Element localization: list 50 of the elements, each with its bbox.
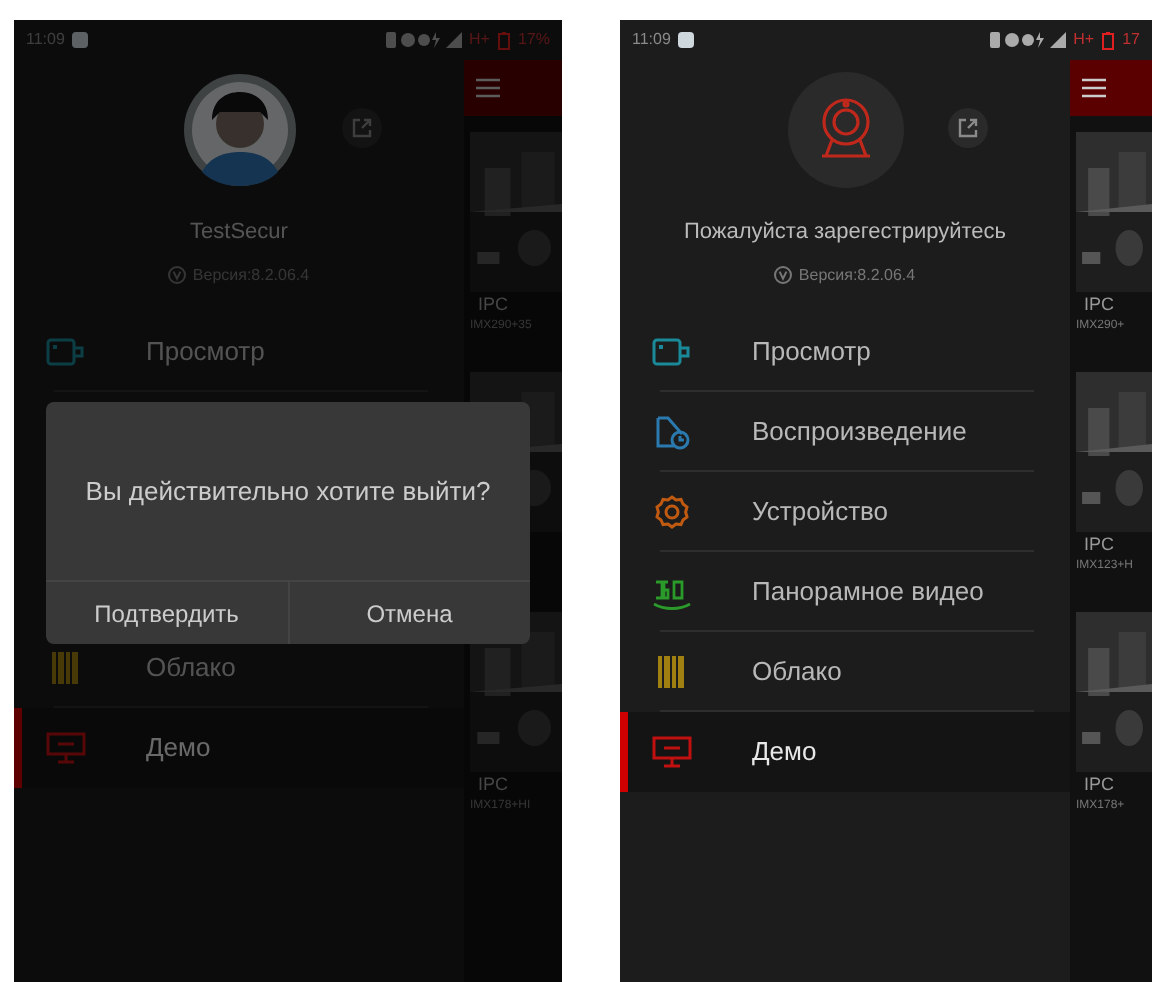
- monitor-icon: [46, 731, 86, 763]
- status-time: 11:09: [632, 28, 671, 52]
- battery-level: 17%: [517, 28, 550, 52]
- version-text: Версия:8.2.06.4: [798, 263, 916, 287]
- menu-item[interactable]: Воспроизведение: [620, 391, 1070, 471]
- app-notification-icon: [72, 32, 89, 48]
- user-name: Пожалуйста зарегестрируйтесь: [683, 218, 1006, 248]
- camera-name: IPC: [476, 292, 511, 316]
- monitor-icon: [652, 735, 692, 767]
- folder-clock-icon: [654, 413, 690, 449]
- menu-item[interactable]: Облако: [620, 631, 1070, 711]
- share-icon[interactable]: [948, 108, 988, 148]
- app-notification-icon: [678, 32, 695, 48]
- menu-label: Облако: [146, 649, 236, 686]
- version-icon: [774, 266, 793, 284]
- battery-icon: [1102, 31, 1115, 49]
- dialog-button[interactable]: Отмена: [287, 582, 530, 644]
- camera-icon: [652, 335, 692, 367]
- menu-label: Демо: [146, 729, 211, 766]
- network-type: H+: [1073, 28, 1095, 52]
- gear-icon: [654, 493, 690, 529]
- menu-label: Облако: [752, 653, 842, 690]
- selection-bar: [14, 707, 22, 787]
- battery-level: 17: [1122, 28, 1140, 52]
- network-type: H+: [469, 28, 490, 52]
- camera-name: IPC: [1082, 772, 1117, 796]
- camera-icon: [46, 335, 86, 367]
- version-icon: [168, 266, 187, 284]
- camera-name: IPC: [1082, 532, 1117, 556]
- menu-label: Демо: [752, 733, 817, 770]
- menu-item[interactable]: Демо: [620, 711, 1070, 791]
- barcode-icon: [52, 651, 80, 683]
- menu-label: Устройство: [752, 493, 889, 530]
- menu-label: Панорамное видео: [752, 573, 984, 610]
- battery-icon: [497, 31, 510, 49]
- menu-label: Воспроизведение: [752, 413, 967, 450]
- menu-item[interactable]: Устройство: [620, 471, 1070, 551]
- menu-item[interactable]: Панорамное видео: [620, 551, 1070, 631]
- barcode-icon: [658, 655, 686, 687]
- selection-bar: [620, 711, 628, 791]
- user-name: TestSecur: [190, 218, 288, 248]
- menu-item[interactable]: Просмотр: [620, 311, 1070, 391]
- menu-label: Просмотр: [146, 333, 265, 370]
- menu-icon[interactable]: [1082, 78, 1106, 98]
- dialog-message: Вы действительно хотите выйти?: [85, 473, 491, 510]
- camera-name: IPC: [1082, 292, 1117, 316]
- camera-name: IPC: [476, 772, 511, 796]
- status-icons: [989, 32, 1066, 48]
- menu-label: Просмотр: [752, 333, 871, 370]
- status-icons: [385, 32, 462, 48]
